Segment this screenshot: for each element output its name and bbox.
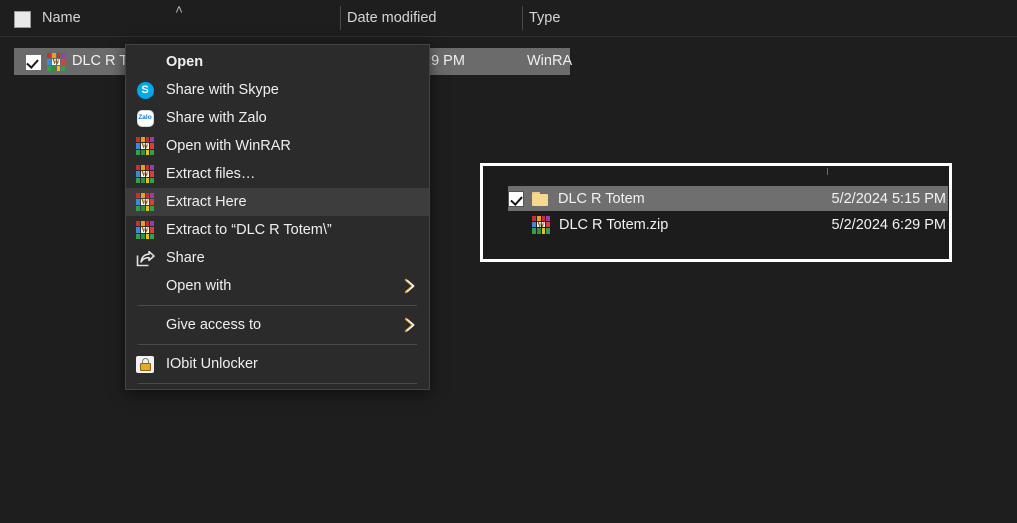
menu-item-label: IObit Unlocker (166, 356, 258, 372)
column-divider[interactable] (340, 6, 341, 30)
menu-item-label: Open with (166, 278, 232, 294)
iobit-unlocker-icon (134, 354, 156, 374)
winrar-archive-icon: W (532, 215, 550, 234)
no-icon (134, 276, 156, 296)
menu-item-label: Open (166, 54, 204, 70)
menu-item-extract-here[interactable]: W Extract Here (126, 188, 429, 216)
file-name-label: DLC R Totem.zip (559, 216, 669, 233)
select-all-checkbox[interactable] (14, 11, 31, 28)
menu-item-label: Extract files… (166, 166, 256, 182)
menu-item-label: Share with Skype (166, 82, 279, 98)
winrar-icon: W (134, 164, 156, 184)
skype-icon: S (134, 80, 156, 100)
file-date-label: 5/2/2024 5:15 PM (831, 190, 946, 207)
menu-item-label: Open with WinRAR (166, 138, 291, 154)
winrar-icon: W (134, 220, 156, 240)
menu-item-extract-files[interactable]: W Extract files… (126, 160, 429, 188)
column-divider (827, 168, 828, 175)
menu-item-label: Extract Here (166, 194, 247, 210)
no-icon (134, 52, 156, 72)
row-checkbox[interactable] (25, 54, 42, 71)
context-menu[interactable]: Open S Share with Skype Zalo Share with … (125, 44, 430, 390)
menu-item-open[interactable]: Open (126, 48, 429, 76)
file-date-label: 5/2/2024 6:29 PM (831, 216, 946, 233)
folder-icon (532, 191, 549, 206)
menu-separator (138, 344, 417, 345)
column-header-date-modified[interactable]: Date modified (347, 10, 436, 26)
menu-item-open-with[interactable]: Open with (126, 272, 429, 300)
chevron-right-icon (403, 317, 417, 333)
menu-item-iobit-unlocker[interactable]: IObit Unlocker (126, 350, 429, 378)
winrar-archive-icon: W (47, 53, 65, 71)
chevron-right-icon (403, 278, 417, 294)
menu-separator (138, 305, 417, 306)
column-divider[interactable] (522, 6, 523, 30)
column-header-row: Name Date modified Type ˄ (0, 0, 1017, 37)
row-checkbox[interactable] (508, 190, 524, 207)
list-item[interactable]: W DLC R Totem.zip 5/2/2024 6:29 PM (508, 212, 948, 237)
menu-item-share-with-zalo[interactable]: Zalo Share with Zalo (126, 104, 429, 132)
column-header-type[interactable]: Type (529, 10, 560, 26)
menu-item-share-with-skype[interactable]: S Share with Skype (126, 76, 429, 104)
menu-item-share[interactable]: Share (126, 244, 429, 272)
file-name-label: DLC R Totem (558, 190, 645, 207)
menu-item-give-access-to[interactable]: Give access to (126, 311, 429, 339)
inset-zoom-panel: DLC R Totem 5/2/2024 5:15 PM W DLC R Tot… (480, 163, 952, 262)
list-item[interactable]: DLC R Totem 5/2/2024 5:15 PM (508, 186, 948, 211)
column-header-name[interactable]: Name (42, 10, 81, 26)
zalo-icon: Zalo (134, 108, 156, 128)
menu-item-label: Share (166, 250, 205, 266)
menu-item-open-with-winrar[interactable]: W Open with WinRAR (126, 132, 429, 160)
winrar-icon: W (134, 136, 156, 156)
menu-item-extract-to-folder[interactable]: W Extract to “DLC R Totem\” (126, 216, 429, 244)
menu-separator (138, 383, 417, 384)
menu-item-label: Share with Zalo (166, 110, 267, 126)
no-icon (134, 315, 156, 335)
share-icon (134, 248, 156, 268)
file-type-label: WinRA (527, 53, 573, 69)
menu-item-label: Extract to “DLC R Totem\” (166, 222, 332, 238)
sort-ascending-icon: ˄ (175, 2, 183, 17)
winrar-icon: W (134, 192, 156, 212)
menu-item-label: Give access to (166, 317, 262, 333)
